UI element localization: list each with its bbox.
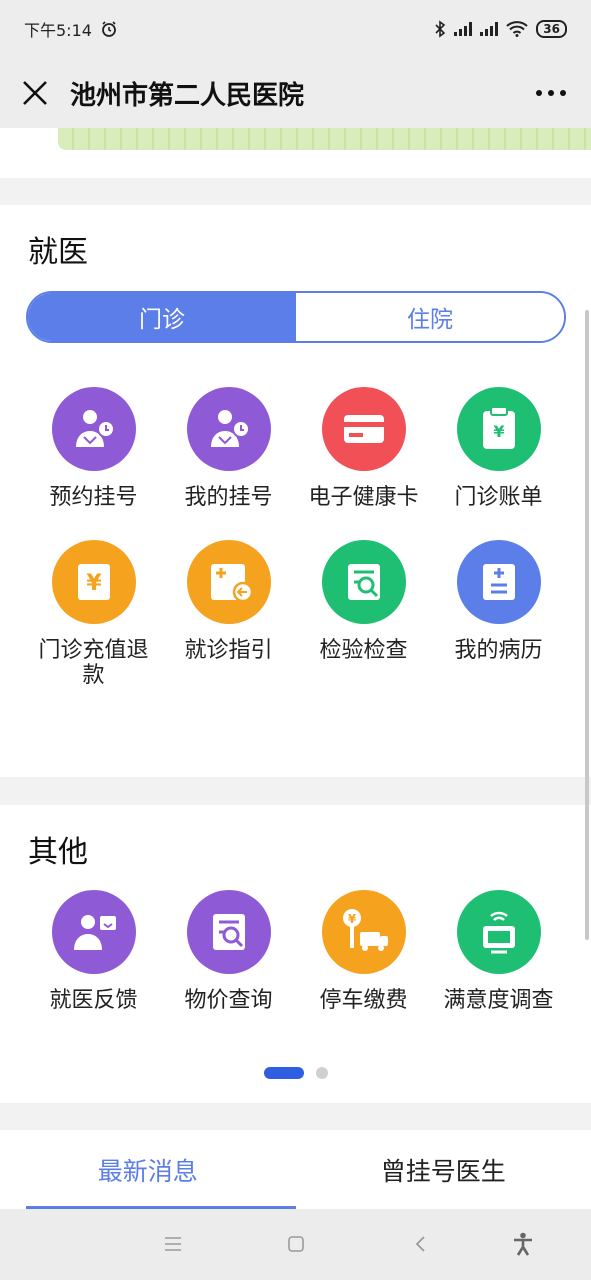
accessibility-icon: [514, 1232, 532, 1256]
status-time-group: 下午5:14: [24, 17, 118, 41]
tab-inpatient[interactable]: 住院: [296, 293, 564, 341]
svg-text:¥: ¥: [493, 422, 504, 441]
status-bar: 下午5:14 36: [0, 0, 591, 58]
back-icon: [415, 1236, 425, 1252]
doctor-appointment-icon: [51, 387, 136, 471]
service-visit-guide[interactable]: 就诊指引: [161, 540, 296, 688]
message-tabs: 最新消息 曾挂号医生: [0, 1130, 591, 1209]
service-label: 就医反馈: [49, 988, 138, 1013]
home-icon: [288, 1236, 304, 1252]
other-grid: 就医反馈 物价查询 ¥ 停车缴费 满意度调查: [26, 890, 566, 1013]
section-title-other: 其他: [28, 835, 88, 870]
service-feedback[interactable]: 就医反馈: [26, 890, 161, 1013]
svg-text:¥: ¥: [347, 912, 356, 926]
bill-icon: ¥: [456, 387, 541, 471]
visit-type-tabs: 门诊 住院: [26, 291, 566, 343]
doctor-registration-icon: [186, 387, 271, 471]
page-indicator: [0, 1067, 591, 1079]
page-dot-active[interactable]: [263, 1067, 304, 1079]
tab-outpatient[interactable]: 门诊: [28, 293, 296, 341]
service-label: 门诊账单: [454, 485, 543, 510]
medical-section: 就医 门诊 住院 预约挂号 我的挂号 电子健康卡 ¥ 门诊账单 ¥ 门诊充值退款…: [0, 205, 591, 777]
section-title-medical: 就医: [28, 235, 88, 270]
service-label: 门诊充值退款: [38, 638, 149, 688]
signal-icon: [454, 22, 473, 36]
service-label: 我的挂号: [184, 485, 273, 510]
accessibility-key[interactable]: [508, 1229, 538, 1259]
price-search-icon: [186, 890, 271, 974]
battery-icon: 36: [536, 20, 567, 38]
back-key[interactable]: [405, 1229, 435, 1259]
service-lab-exam[interactable]: 检验检查: [296, 540, 431, 688]
status-time: 下午5:14: [24, 21, 92, 40]
service-health-card[interactable]: 电子健康卡: [296, 387, 431, 510]
page-title: 池州市第二人民医院: [70, 80, 305, 111]
tab-latest-news[interactable]: 最新消息: [0, 1130, 296, 1209]
more-menu-button[interactable]: [511, 58, 591, 128]
service-medical-record[interactable]: 我的病历: [431, 540, 566, 688]
service-label: 电子健康卡: [308, 485, 419, 510]
other-section: 其他 就医反馈 物价查询 ¥ 停车缴费 满意度调查: [0, 805, 591, 1103]
menu-icon: [165, 1237, 181, 1251]
service-label: 检验检查: [319, 638, 408, 663]
guide-icon: [186, 540, 271, 624]
bluetooth-icon: [435, 20, 446, 38]
alarm-icon: [102, 21, 116, 37]
survey-icon: [456, 890, 541, 974]
tab-registered-doctors[interactable]: 曾挂号医生: [296, 1130, 591, 1209]
service-label: 物价查询: [184, 988, 273, 1013]
service-label: 预约挂号: [49, 485, 138, 510]
home-key[interactable]: [281, 1229, 311, 1259]
system-nav-bar: [0, 1209, 591, 1280]
card-icon: [321, 387, 406, 471]
scrollbar[interactable]: [585, 310, 589, 940]
signal-icon-2: [480, 22, 499, 36]
banner-image[interactable]: [58, 128, 591, 150]
service-label: 就诊指引: [184, 638, 273, 663]
service-satisfaction-survey[interactable]: 满意度调查: [431, 890, 566, 1013]
service-label: 我的病历: [454, 638, 543, 663]
svg-text:¥: ¥: [86, 571, 102, 596]
page-dot[interactable]: [315, 1067, 328, 1079]
feedback-icon: [51, 890, 136, 974]
service-appointment[interactable]: 预约挂号: [26, 387, 161, 510]
medical-grid: 预约挂号 我的挂号 电子健康卡 ¥ 门诊账单 ¥ 门诊充值退款 就诊指引 检验检…: [26, 387, 566, 688]
close-button[interactable]: [0, 58, 70, 128]
menu-key[interactable]: [158, 1229, 188, 1259]
nav-bar: 池州市第二人民医院: [0, 58, 591, 128]
wifi-icon: [506, 21, 528, 37]
medical-record-icon: [456, 540, 541, 624]
report-search-icon: [321, 540, 406, 624]
service-price-query[interactable]: 物价查询: [161, 890, 296, 1013]
service-my-registration[interactable]: 我的挂号: [161, 387, 296, 510]
service-label: 停车缴费: [319, 988, 408, 1013]
banner-area: [0, 128, 591, 178]
service-outpatient-bill[interactable]: ¥ 门诊账单: [431, 387, 566, 510]
service-parking-fee[interactable]: ¥ 停车缴费: [296, 890, 431, 1013]
close-icon: [23, 81, 47, 105]
service-label: 满意度调查: [443, 988, 554, 1013]
parking-fee-icon: ¥: [321, 890, 406, 974]
yuan-refund-icon: ¥: [51, 540, 136, 624]
service-recharge-refund[interactable]: ¥ 门诊充值退款: [26, 540, 161, 688]
status-icons: 36: [434, 20, 567, 38]
